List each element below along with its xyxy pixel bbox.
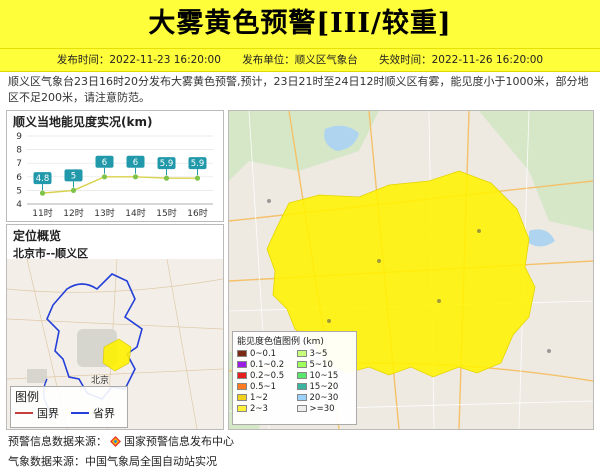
legend-item: 5~10 — [296, 359, 357, 370]
warning-banner: 大雾黄色预警[III/较重] — [0, 0, 600, 48]
warning-center-logo-icon — [110, 436, 121, 447]
provincial-border-swatch — [71, 412, 89, 414]
provincial-border-label: 省界 — [93, 407, 115, 420]
boundary-legend: 图例 国界 省界 — [10, 386, 128, 428]
legend-label: 3~5 — [309, 348, 328, 359]
legend-item: 3~5 — [296, 348, 357, 359]
data-label: 5.9 — [191, 159, 205, 169]
boundary-legend-title: 图例 — [15, 390, 40, 404]
legend-item: 1~2 — [237, 393, 297, 403]
legend-item: 0.2~0.5 — [237, 371, 297, 381]
legend-swatch — [296, 361, 307, 369]
x-tick-label: 16时 — [187, 207, 207, 219]
visibility-color-legend: 能见度色值图例 (km) 0~0.1 3~5 0.1~0.2 5~10 0.2~0.5 1… — [232, 331, 357, 425]
warning-title: 大雾黄色预警[III/较重] — [148, 8, 452, 39]
legend-item: 0~0.1 — [237, 349, 297, 359]
legend-swatch — [296, 350, 307, 358]
legend-swatch — [296, 383, 307, 391]
legend-swatch — [237, 383, 247, 391]
legend-swatch — [296, 394, 307, 402]
publish-time: 发布时间：2022-11-23 16:20:00 — [56, 54, 221, 66]
beijing-city-label: 北京 — [91, 374, 109, 386]
location-title: 定位概览 — [13, 229, 62, 243]
national-border-swatch — [15, 412, 33, 414]
legend-label: 0.2~0.5 — [250, 370, 285, 381]
legend-swatch — [237, 361, 247, 369]
warning-source-org: 国家预警信息发布中心 — [124, 435, 234, 448]
legend-swatch — [237, 350, 247, 358]
legend-item: 10~15 — [296, 370, 357, 381]
y-tick-label: 7 — [16, 159, 22, 169]
legend-label: 10~15 — [309, 370, 339, 381]
expire-time: 失效时间：2022-11-26 16:20:00 — [379, 54, 544, 66]
legend-swatch — [296, 405, 307, 413]
legend-label: 15~20 — [309, 381, 339, 392]
data-point — [163, 175, 170, 181]
national-border-label: 国界 — [37, 407, 59, 420]
legend-swatch — [237, 405, 247, 413]
data-point — [194, 175, 201, 181]
warning-meta-bar: 发布时间：2022-11-23 16:20:00 发布单位：顺义区气象台 失效时… — [0, 48, 600, 72]
legend-label: 2~3 — [250, 403, 268, 414]
data-point — [132, 174, 139, 180]
legend-label: 1~2 — [250, 392, 268, 403]
data-label: 5 — [71, 171, 76, 181]
data-label: 6 — [102, 158, 107, 168]
x-tick-label: 12时 — [63, 207, 83, 219]
y-tick-label: 4 — [16, 200, 22, 210]
y-tick-label: 5 — [16, 186, 22, 196]
legend-label: 0.5~1 — [250, 381, 277, 392]
legend-swatch — [296, 372, 307, 380]
source-line-1: 预警信息数据来源： 国家预警信息发布中心 — [8, 433, 234, 449]
data-point — [101, 174, 108, 180]
visibility-chart: 4 5 6 7 8 9 4.8 11时 5 12时 6 13时 6 14时 5.9 15时 5.9 16时 — [16, 132, 213, 219]
legend-swatch — [237, 394, 247, 402]
legend-item: 0.5~1 — [237, 382, 297, 392]
data-label: 4.8 — [36, 174, 50, 184]
data-label: 6 — [133, 158, 138, 168]
visibility-chart-panel: 顺义当地能见度实况(km) 4 5 6 7 8 9 4.8 11时 5 12时 6 13时 6 14时 5.… — [6, 110, 224, 222]
legend-item: 15~20 — [296, 381, 357, 392]
legend-item: 2~3 — [237, 404, 297, 414]
legend-label: 0~0.1 — [250, 348, 277, 359]
y-tick-label: 8 — [16, 146, 22, 156]
visibility-legend-title: 能见度色值图例 (km) — [237, 337, 324, 347]
x-tick-label: 11时 — [32, 207, 52, 219]
warning-description: 顺义区气象台23日16时20分发布大雾黄色预警,预计，23日21时至24日12时… — [8, 75, 589, 104]
visibility-legend-grid: 0~0.1 3~5 0.1~0.2 5~10 0.2~0.5 10~15 0.5~1 15~2… — [233, 349, 356, 414]
legend-label: 0.1~0.2 — [250, 359, 285, 370]
legend-label: >=30 — [309, 403, 335, 414]
warning-source-label: 预警信息数据来源： — [8, 435, 107, 448]
data-point — [39, 190, 46, 196]
publisher: 发布单位：顺义区气象台 — [242, 54, 358, 66]
legend-item: >=30 — [296, 403, 357, 414]
legend-swatch — [237, 372, 247, 380]
data-label: 5.9 — [160, 159, 174, 169]
x-tick-label: 15时 — [156, 207, 176, 219]
legend-label: 5~10 — [309, 359, 333, 370]
x-tick-label: 14时 — [125, 207, 145, 219]
source-line-2: 气象数据来源：中国气象局全国自动站实况 — [8, 455, 217, 468]
y-tick-label: 6 — [16, 173, 22, 183]
data-point — [70, 187, 77, 193]
y-tick-label: 9 — [16, 132, 22, 142]
legend-item: 20~30 — [296, 392, 357, 403]
x-tick-label: 13时 — [94, 207, 114, 219]
legend-item: 0.1~0.2 — [237, 360, 297, 370]
legend-label: 20~30 — [309, 392, 339, 403]
